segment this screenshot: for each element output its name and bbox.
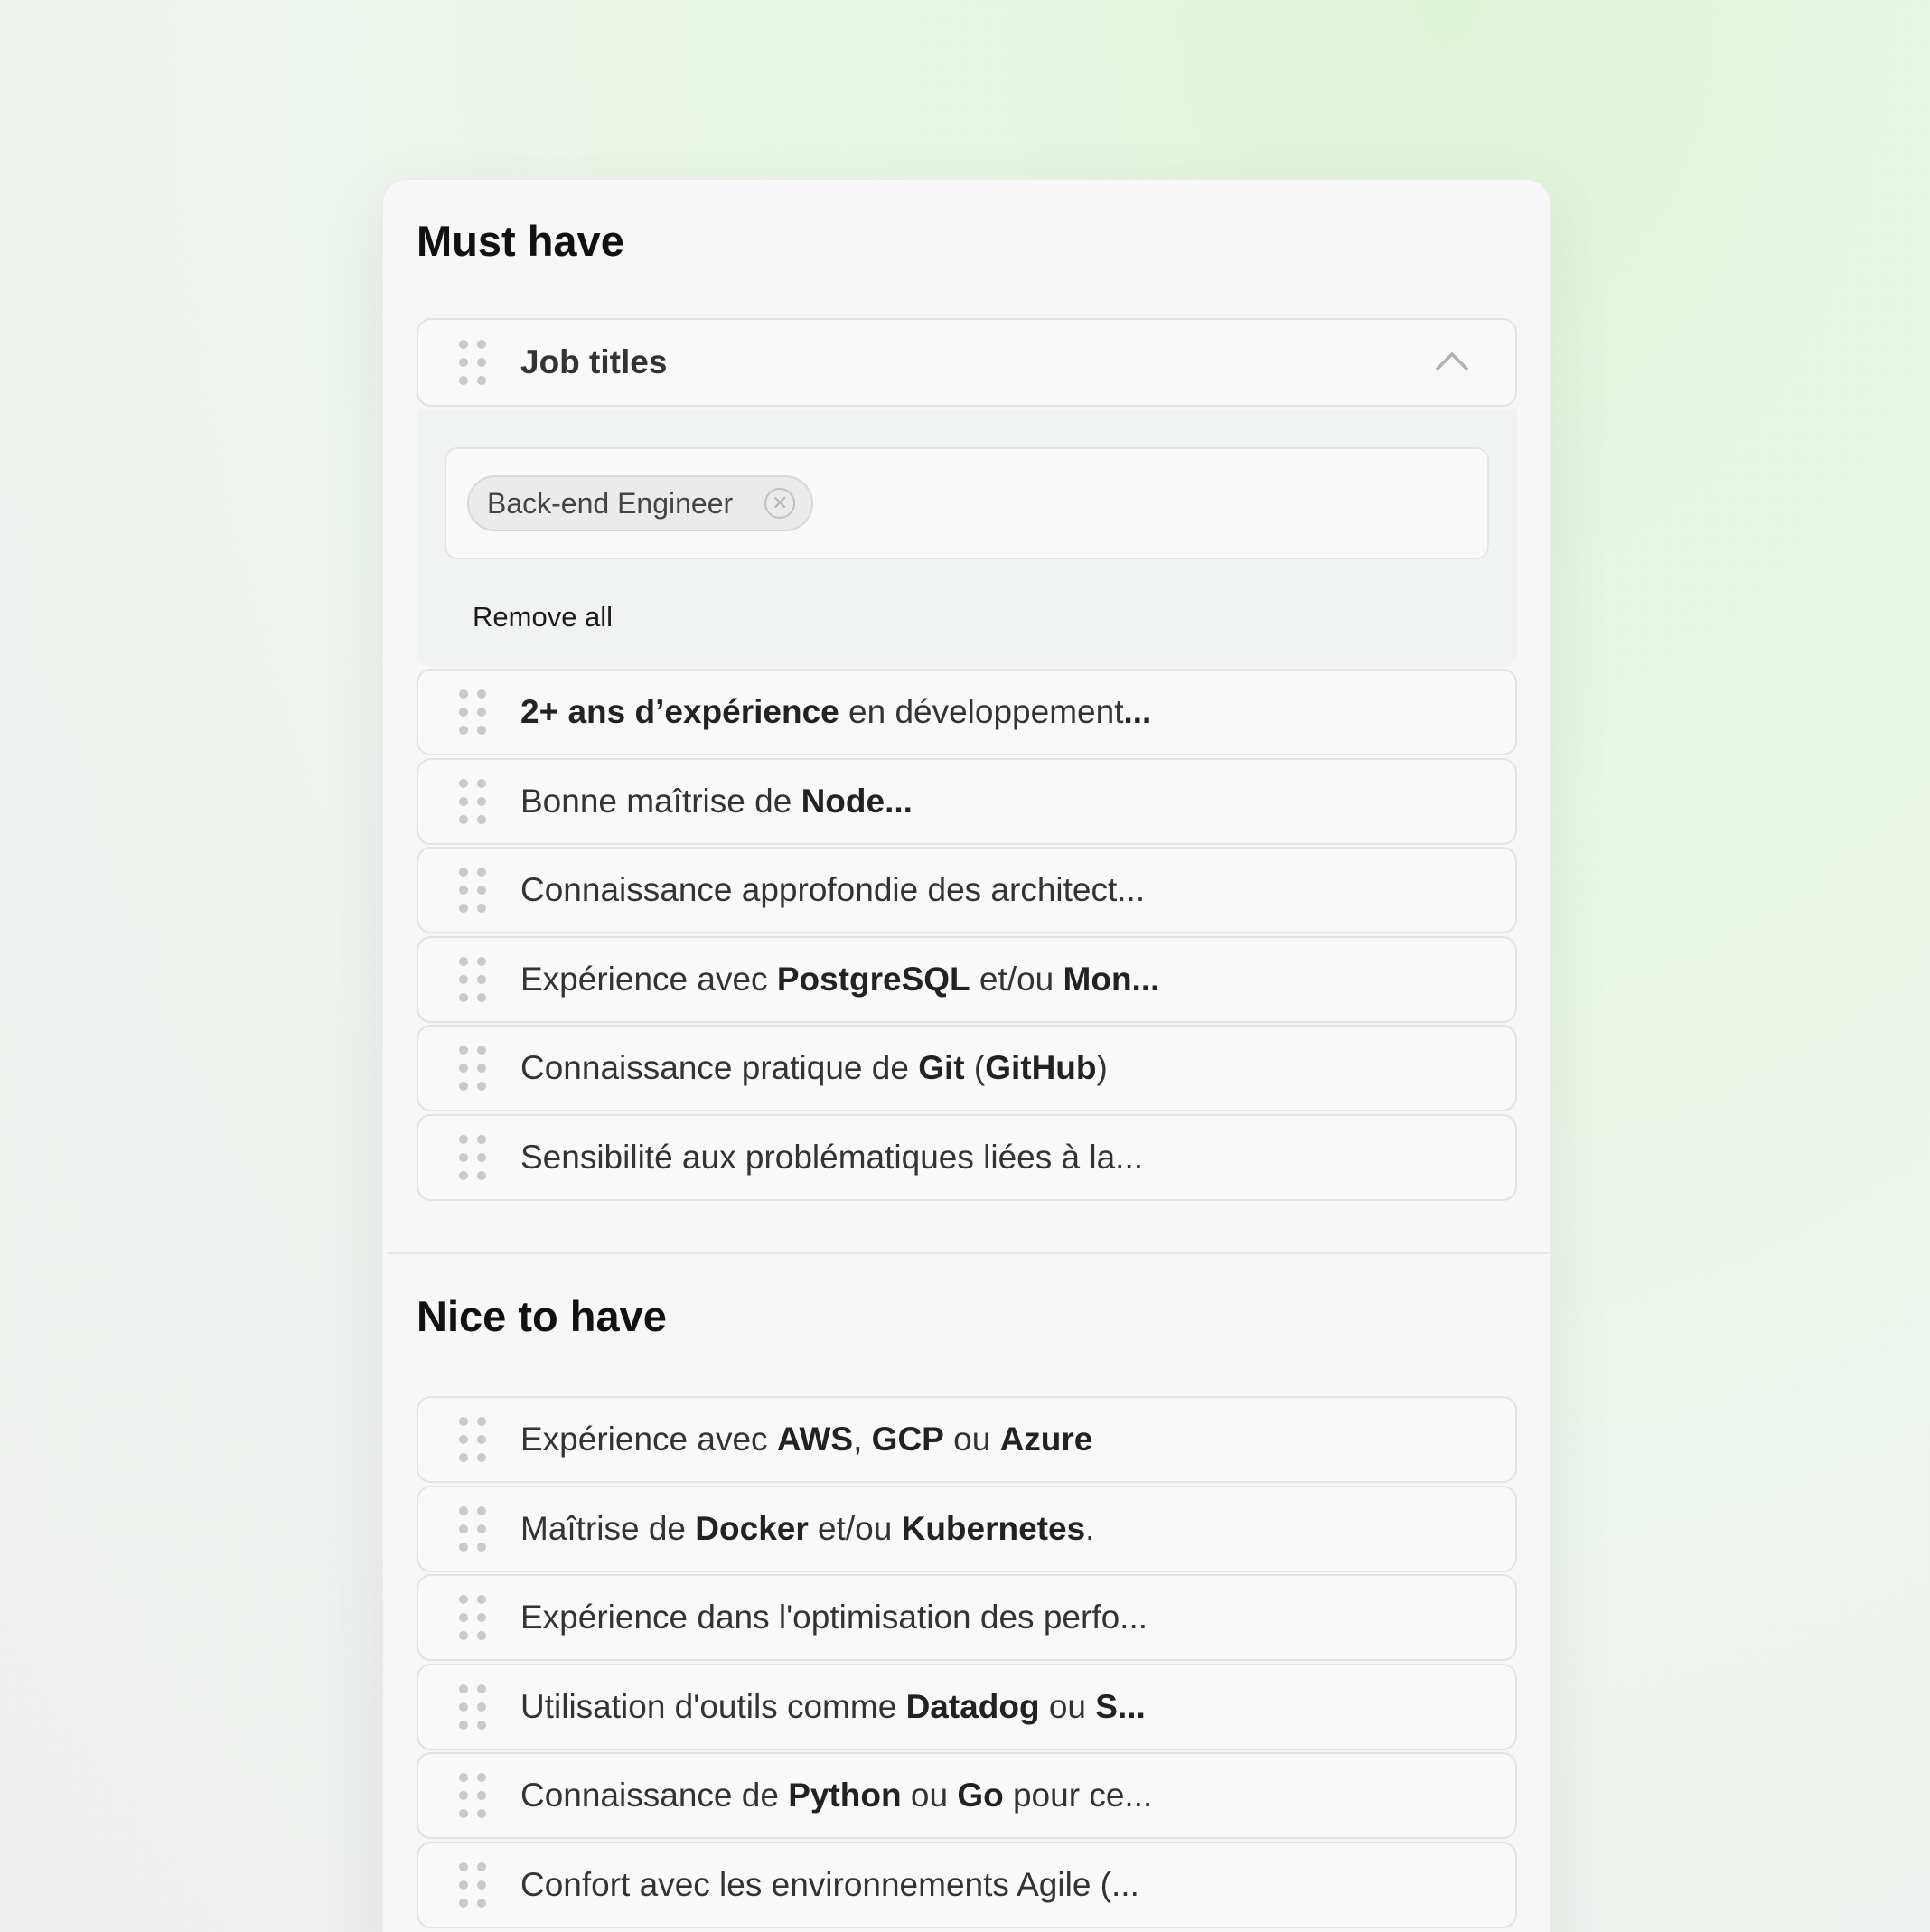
nice-to-have-item[interactable]: Connaissance de Python ou Go pour ce... [417,1752,1517,1839]
nice-to-have-item-text: Expérience dans l'optimisation des perfo… [520,1599,1148,1636]
nice-to-have-item-text: Confort avec les environnements Agile (.… [520,1865,1139,1903]
drag-handle-icon[interactable] [459,1134,486,1180]
nice-to-have-item-text: Maîtrise de Docker et/ou Kubernetes. [520,1509,1095,1547]
nice-to-have-item[interactable]: Expérience dans l'optimisation des perfo… [417,1574,1517,1661]
must-have-item[interactable]: Expérience avec PostgreSQL et/ou Mon... [417,935,1517,1023]
must-have-item[interactable]: Sensibilité aux problématiques liées à l… [417,1113,1517,1201]
nice-to-have-item[interactable]: Expérience avec AWS, GCP ou Azure [417,1396,1517,1483]
section-divider [388,1252,1549,1254]
must-have-item-text: Connaissance pratique de Git (GitHub) [520,1049,1108,1086]
tag-label: Back-end Engineer [487,486,734,520]
job-titles-panel: Back-end Engineer ✕ Remove all [417,409,1517,667]
job-titles-tag-input[interactable]: Back-end Engineer ✕ [445,447,1489,559]
job-titles-label: Job titles [520,343,668,380]
nice-to-have-item[interactable]: Utilisation d'outils comme Datadog ou S.… [417,1663,1517,1750]
must-have-item-text: Bonne maîtrise de Node... [520,782,913,820]
must-have-item-text: Connaissance approfondie des architect..… [520,871,1146,908]
remove-all-button[interactable]: Remove all [473,601,613,633]
drag-handle-icon[interactable] [459,1862,486,1908]
drag-handle-icon[interactable] [459,340,486,385]
nice-to-have-item[interactable]: Maîtrise de Docker et/ou Kubernetes. [417,1485,1517,1572]
drag-handle-icon[interactable] [459,1046,486,1091]
must-have-item-text: 2+ ans d’expérience en développement... [520,693,1152,730]
drag-handle-icon[interactable] [459,1595,486,1640]
chevron-up-icon[interactable] [1434,347,1470,374]
drag-handle-icon[interactable] [459,1417,486,1462]
drag-handle-icon[interactable] [459,778,486,824]
must-have-item-text: Expérience avec PostgreSQL et/ou Mon... [520,960,1160,998]
tag-chip: Back-end Engineer ✕ [467,475,814,531]
must-have-item[interactable]: Bonne maîtrise de Node... [417,757,1517,845]
nice-to-have-item-text: Expérience avec AWS, GCP ou Azure [520,1421,1093,1458]
drag-handle-icon[interactable] [459,1683,486,1730]
drag-handle-icon[interactable] [459,1505,486,1552]
must-have-item[interactable]: Connaissance pratique de Git (GitHub) [417,1025,1517,1111]
drag-handle-icon[interactable] [459,1773,486,1818]
must-have-title: Must have [417,217,624,265]
must-have-item[interactable]: 2+ ans d’expérience en développement... [417,669,1517,755]
nice-to-have-item-text: Connaissance de Python ou Go pour ce... [520,1777,1153,1814]
drag-handle-icon[interactable] [459,689,486,735]
criteria-card: Must have Job titles Back-end Engineer ✕… [381,178,1551,1932]
nice-to-have-item[interactable]: Confort avec les environnements Agile (.… [417,1841,1517,1928]
must-have-item[interactable]: Connaissance approfondie des architect..… [417,847,1517,933]
drag-handle-icon[interactable] [459,956,486,1002]
drag-handle-icon[interactable] [459,868,486,913]
job-titles-header[interactable]: Job titles [417,318,1517,407]
close-circle-icon[interactable]: ✕ [764,488,796,519]
must-have-item-text: Sensibilité aux problématiques liées à l… [520,1138,1143,1176]
nice-to-have-item-text: Utilisation d'outils comme Datadog ou S.… [520,1687,1146,1725]
nice-to-have-title: Nice to have [417,1292,667,1340]
